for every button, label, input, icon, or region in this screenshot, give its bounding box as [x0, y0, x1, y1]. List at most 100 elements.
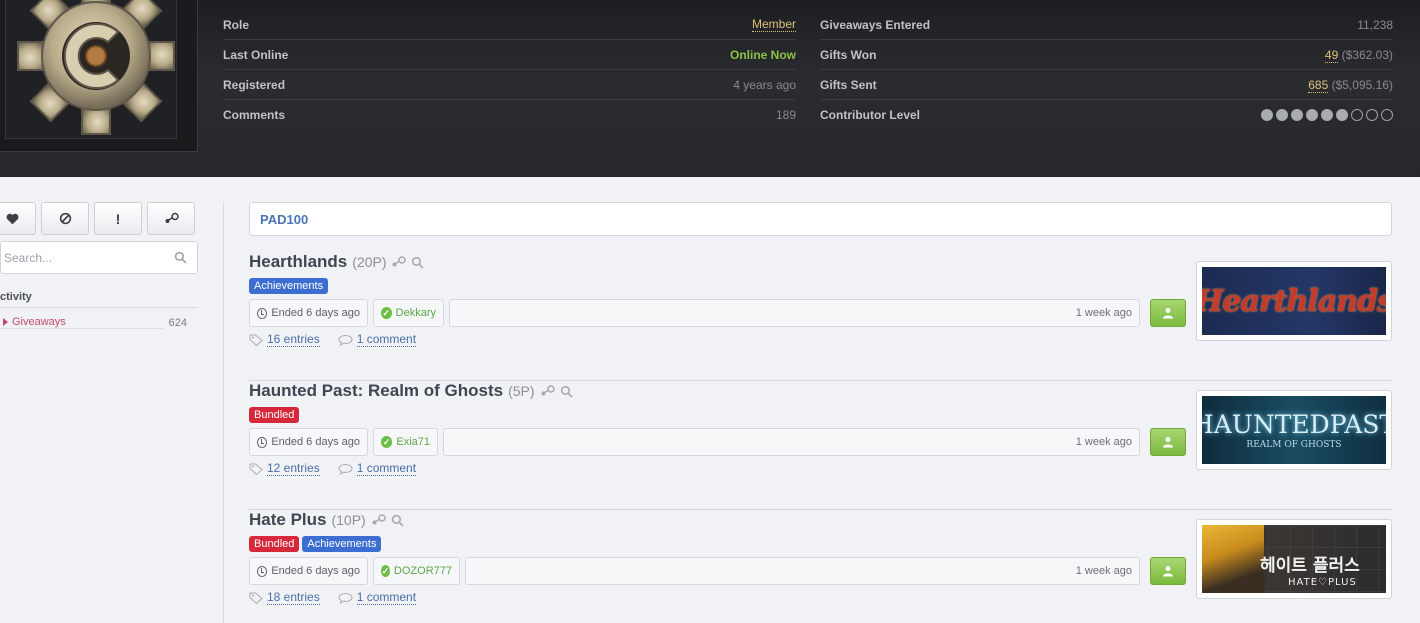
entries-link[interactable]: 18 entries: [249, 590, 320, 605]
giveaway-heading: Haunted Past: Realm of Ghosts (5P): [249, 381, 573, 401]
giveaway-row: Hearthlands (20P) Achievements Ended 6 days…: [249, 252, 1392, 381]
winner-badge[interactable]: ✓ DOZOR777: [373, 557, 460, 585]
stat-last-online: Last Online Online Now: [223, 40, 796, 70]
user-icon: [1163, 437, 1173, 448]
giveaway-points: (10P): [331, 512, 366, 528]
winner-name: DOZOR777: [393, 565, 452, 577]
online-status: Online Now: [730, 47, 796, 62]
sidebar-item-text: Giveaways: [12, 316, 66, 328]
profile-stats-right: Giveaways Entered 11,238 Gifts Won 49 ($…: [820, 10, 1393, 130]
user-icon: [1163, 566, 1173, 577]
stat-role: Role Member: [223, 10, 796, 40]
arrow-right-icon: [3, 318, 8, 326]
contributor-level-dots: [1261, 109, 1393, 121]
gifts-won-link[interactable]: 49: [1324, 47, 1339, 63]
ended-time: Ended 6 days ago: [249, 428, 368, 456]
avatar-frame: [0, 0, 198, 152]
steam-store-icon[interactable]: [371, 514, 386, 526]
stat-label: Contributor Level: [820, 108, 921, 122]
sidebar-heading-activity: ctivity: [0, 291, 198, 308]
stat-label: Gifts Sent: [820, 77, 877, 92]
entries-link[interactable]: 16 entries: [249, 332, 320, 347]
winner-name: Exia71: [396, 436, 430, 448]
creator-profile-button[interactable]: [1150, 299, 1186, 327]
search-input[interactable]: [4, 250, 154, 265]
giveaway-list: Hearthlands (20P) Achievements Ended 6 days…: [249, 252, 1392, 623]
comments-value: 189: [775, 108, 796, 122]
profile-header: Role Member Last Online Online Now Regis…: [0, 0, 1420, 177]
game-image-text: 헤이트 플러스: [1260, 556, 1360, 576]
level-dot: [1366, 109, 1378, 121]
ended-time: Ended 6 days ago: [249, 557, 368, 585]
game-thumbnail[interactable]: 헤이트 플러스 HATE♡PLUS: [1196, 519, 1392, 599]
giveaway-tags: Bundled Achievements: [249, 536, 382, 552]
game-image-subtext: HATE♡PLUS: [1288, 577, 1357, 588]
created-text: 1 week ago: [1075, 436, 1132, 448]
creator-profile-button[interactable]: [1150, 428, 1186, 456]
game-thumbnail[interactable]: HAUNTEDPAST REALM OF GHOSTS: [1196, 390, 1392, 470]
stat-registered: Registered 4 years ago: [223, 70, 796, 100]
creator-profile-button[interactable]: [1150, 557, 1186, 585]
clock-icon: [257, 436, 268, 448]
game-thumbnail[interactable]: Hearthlands: [1196, 261, 1392, 341]
blacklist-button[interactable]: [41, 202, 89, 235]
comments-text: 1 comment: [356, 332, 417, 347]
steam-store-icon[interactable]: [540, 385, 555, 397]
user-icon: [1163, 308, 1173, 319]
gifts-sent-link[interactable]: 685: [1308, 77, 1329, 93]
entries-link[interactable]: 12 entries: [249, 461, 320, 476]
role-value[interactable]: Member: [751, 17, 796, 32]
whitelist-button[interactable]: [0, 202, 36, 235]
level-dot: [1351, 109, 1363, 121]
block-icon: [59, 212, 71, 225]
created-time: 1 week ago: [465, 557, 1140, 585]
giveaway-info-row: Ended 6 days ago ✓ Dekkary 1 week ago: [249, 299, 1186, 327]
level-dot: [1261, 109, 1273, 121]
game-image-subtext: REALM OF GHOSTS: [1246, 440, 1342, 450]
created-text: 1 week ago: [1075, 565, 1132, 577]
comments-link[interactable]: 1 comment: [338, 590, 417, 605]
level-dot: [1291, 109, 1303, 121]
avatar[interactable]: [5, 0, 177, 139]
steam-store-icon[interactable]: [391, 256, 407, 268]
ended-time: Ended 6 days ago: [249, 299, 368, 327]
giveaway-title[interactable]: Hate Plus: [249, 510, 326, 530]
game-image: HAUNTEDPAST REALM OF GHOSTS: [1202, 396, 1386, 464]
profile-stats-left: Role Member Last Online Online Now Regis…: [223, 10, 796, 130]
comment-icon: [338, 592, 353, 604]
entries-text: 18 entries: [267, 590, 320, 605]
game-image: 헤이트 플러스 HATE♡PLUS: [1202, 525, 1386, 593]
winner-badge[interactable]: ✓ Dekkary: [373, 299, 444, 327]
search-icon[interactable]: [411, 256, 424, 269]
steam-profile-button[interactable]: [147, 202, 195, 235]
tag-badge: Achievements: [249, 278, 329, 294]
comments-link[interactable]: 1 comment: [338, 461, 417, 476]
search-icon[interactable]: [560, 385, 573, 398]
report-button[interactable]: !: [94, 202, 142, 235]
created-time: 1 week ago: [443, 428, 1140, 456]
sidebar-item-giveaways[interactable]: Giveaways 624: [0, 316, 198, 329]
gifts-won-value: 49 ($362.03): [1324, 47, 1393, 63]
giveaway-title[interactable]: Haunted Past: Realm of Ghosts: [249, 381, 503, 401]
level-dot: [1276, 109, 1288, 121]
game-image-text: Hearthlands: [1202, 283, 1386, 319]
comment-icon: [338, 463, 353, 475]
game-image-text: HAUNTEDPAST: [1202, 410, 1386, 439]
ended-text: Ended 6 days ago: [271, 436, 360, 448]
giveaway-info-row: Ended 6 days ago ✓ DOZOR777 1 week ago: [249, 557, 1186, 585]
main-content: PAD100 Hearthlands (20P) Achievements Ended…: [249, 202, 1392, 605]
giveaway-points: (5P): [508, 383, 535, 399]
stat-label: Registered: [223, 77, 286, 92]
level-dot: [1336, 109, 1348, 121]
search-icon[interactable]: [391, 514, 404, 527]
registered-value: 4 years ago: [733, 77, 796, 92]
stat-contributor-level: Contributor Level: [820, 100, 1393, 130]
giveaway-title[interactable]: Hearthlands: [249, 252, 347, 272]
giveaway-links: 12 entries 1 comment: [249, 461, 417, 476]
comments-link[interactable]: 1 comment: [338, 332, 417, 347]
gifts-sent-value: 685 ($5,095.16): [1308, 77, 1393, 93]
stat-comments: Comments 189: [223, 100, 796, 130]
winner-badge[interactable]: ✓ Exia71: [373, 428, 438, 456]
search-icon[interactable]: [174, 251, 187, 264]
level-dot: [1321, 109, 1333, 121]
